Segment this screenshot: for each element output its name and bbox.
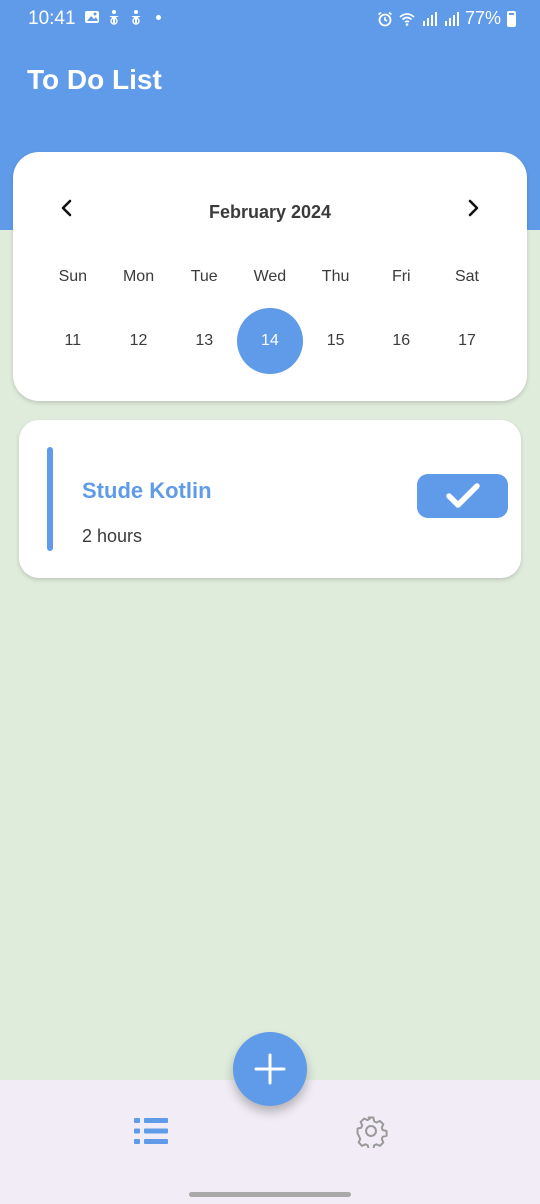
day-number: 14 (237, 308, 303, 374)
home-indicator[interactable] (189, 1192, 351, 1197)
list-icon[interactable] (132, 1116, 170, 1146)
battery-icon (507, 10, 516, 27)
day-number: 15 (326, 332, 345, 349)
status-time: 10:41 (28, 8, 76, 29)
calendar-card: February 2024 Sun Mon Tue Wed Thu Fri Sa… (13, 152, 527, 401)
check-icon (445, 483, 480, 508)
day-number: 12 (129, 332, 148, 349)
wifi-icon (399, 12, 415, 26)
signal-icon (422, 11, 437, 26)
calendar-month: February 2024 (208, 202, 332, 222)
add-task-button[interactable] (233, 1032, 307, 1106)
status-left-icons (84, 9, 161, 25)
battery-percent: 77% (464, 8, 501, 28)
weekday-label: Thu (321, 268, 350, 285)
weekday-row: Sun Mon Tue Wed Thu Fri Sat (40, 268, 500, 286)
day-number: 17 (458, 332, 476, 349)
task-card[interactable]: Stude Kotlin 2 hours (19, 420, 521, 578)
signal-icon (444, 11, 459, 26)
calendar-day[interactable]: 17 (434, 308, 500, 374)
day-row: 11 12 13 14 15 16 17 (40, 308, 500, 374)
task-accent-bar (47, 447, 53, 551)
weekday-label: Wed (253, 268, 287, 285)
calendar-day[interactable]: 13 (171, 308, 237, 374)
status-right-icons: 77% (377, 8, 516, 29)
notification-dot (156, 14, 161, 20)
accessibility-icon (131, 10, 141, 25)
weekday-label: Sat (454, 268, 479, 285)
page-title: To Do List (27, 64, 162, 95)
chevron-right-icon[interactable] (463, 198, 483, 218)
calendar-day-selected[interactable]: 14 (237, 308, 303, 374)
accessibility-icon (109, 10, 119, 25)
complete-task-button[interactable] (417, 474, 508, 518)
image-icon (85, 11, 99, 23)
calendar-day[interactable]: 11 (40, 308, 106, 374)
day-number: 16 (392, 332, 411, 349)
plus-icon (254, 1053, 286, 1085)
weekday-label: Mon (122, 268, 155, 285)
task-title: Stude Kotlin (82, 478, 212, 503)
status-bar: 10:41 77% (0, 0, 540, 38)
weekday-label: Tue (190, 268, 218, 285)
day-number: 11 (64, 332, 82, 349)
calendar-day[interactable]: 12 (106, 308, 172, 374)
task-duration: 2 hours (82, 526, 143, 546)
alarm-icon (377, 11, 392, 26)
gear-icon[interactable] (354, 1114, 388, 1148)
calendar-day[interactable]: 15 (303, 308, 369, 374)
system-nav-area (0, 1184, 540, 1204)
calendar-day[interactable]: 16 (368, 308, 434, 374)
weekday-label: Sun (58, 268, 88, 285)
weekday-label: Fri (391, 268, 411, 285)
day-number: 13 (195, 332, 214, 349)
